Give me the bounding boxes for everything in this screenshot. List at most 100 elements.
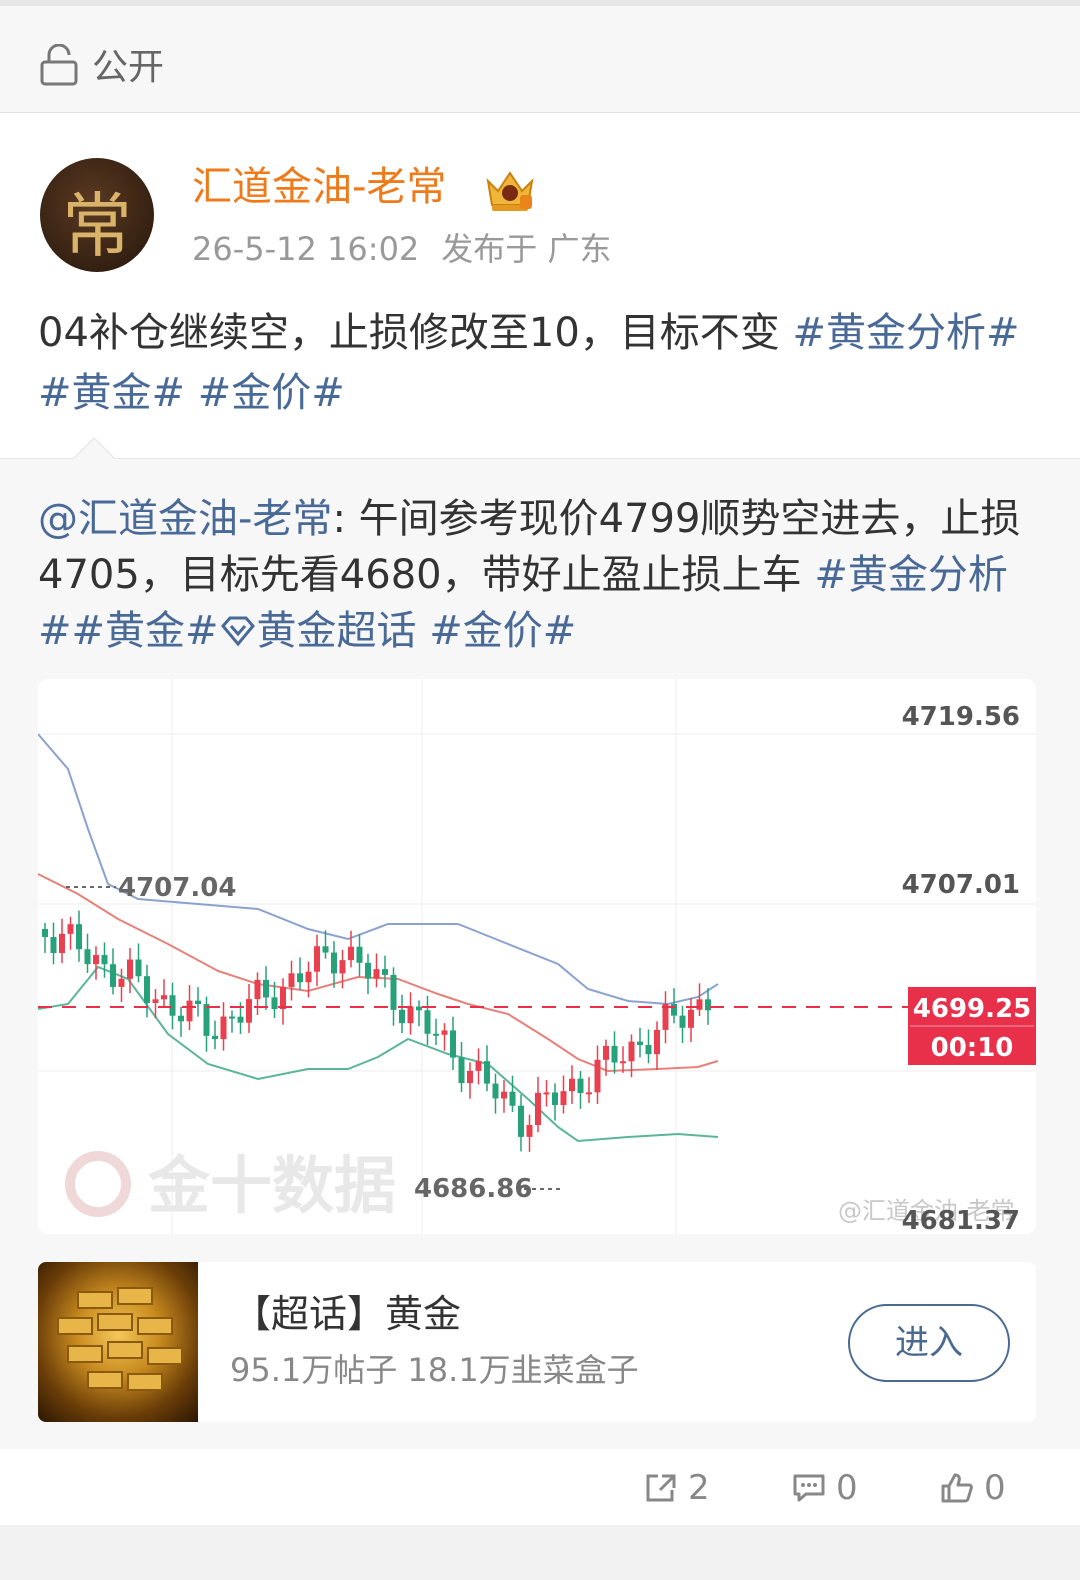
diamond-icon <box>220 616 255 647</box>
super-topic-link[interactable]: 黄金超话 <box>257 608 417 654</box>
candle-body <box>339 960 346 974</box>
avatar[interactable]: 常 <box>40 158 154 272</box>
candle-body <box>518 1105 524 1137</box>
candle-body <box>186 1000 193 1022</box>
comment-count: 0 <box>836 1468 858 1508</box>
candle-body <box>118 978 125 987</box>
candle-body <box>195 1000 201 1005</box>
candle-body <box>254 979 261 1000</box>
candle-body <box>288 973 295 987</box>
candle-body <box>416 1006 422 1011</box>
candle-body <box>297 973 303 983</box>
repost-count: 2 <box>688 1468 710 1508</box>
candle-body <box>365 962 371 979</box>
candle-body <box>135 959 142 977</box>
gold-bars-image <box>38 1262 198 1422</box>
hashtag-gold-analysis[interactable]: #黄金分析# <box>793 310 1020 356</box>
thumbs-up-icon <box>941 1473 973 1503</box>
candle-body <box>475 1061 482 1071</box>
candle-body <box>50 937 57 953</box>
candle-body <box>169 995 176 1016</box>
hashtag-gold[interactable]: #黄金# <box>38 370 185 416</box>
candle-body <box>331 952 337 974</box>
like-count: 0 <box>984 1468 1006 1508</box>
avatar-char: 常 <box>62 185 132 267</box>
candle-body <box>322 946 329 953</box>
repost-mention[interactable]: @汇道金油-老常 <box>38 496 332 542</box>
candle-body <box>314 946 320 972</box>
low-marker-label: 4686.86 <box>414 1174 532 1204</box>
candle-body <box>441 1030 448 1035</box>
candle-body <box>110 964 116 987</box>
candle-body <box>688 1009 694 1028</box>
visibility-label: 公开 <box>92 47 165 88</box>
repost-body: @汇道金油-老常: 午间参考现价4799顺势空进去，止损4705，目标先看468… <box>38 491 1043 659</box>
post-meta: 26-5-12 16:02 发布于 广东 <box>192 229 611 269</box>
candle-body <box>407 1006 414 1024</box>
repost-hashtag-price[interactable]: #金价# <box>429 608 576 654</box>
candle-body <box>220 1016 227 1040</box>
candle-body <box>237 1016 244 1023</box>
candle-body <box>212 1035 218 1040</box>
topic-stats: 95.1万帖子 18.1万韭菜盒子 <box>230 1351 639 1389</box>
candle-body <box>526 1125 533 1137</box>
candlestick-chart: 金十数据 @汇道金油-老常 4699.25 00:10 4719.56 4707… <box>38 679 1036 1234</box>
candle-body <box>203 1004 210 1036</box>
candle-body <box>152 999 159 1003</box>
post-body: 04补仓继续空，止损修改至10，目标不变 #黄金分析# #黄金# #金价# <box>38 303 1038 423</box>
candle-body <box>535 1092 541 1126</box>
candle-body <box>620 1061 626 1064</box>
candle-body <box>178 1015 184 1022</box>
price-label-bottom: 4681.37 <box>902 1206 1020 1234</box>
candle-body <box>59 933 65 953</box>
enter-button[interactable]: 进入 <box>848 1304 1010 1382</box>
post-text: 04补仓继续空，止损修改至10，目标不变 <box>38 310 780 356</box>
candle-body <box>246 999 252 1023</box>
candle-body <box>280 986 286 1010</box>
candle-body <box>390 974 397 1010</box>
price-label-top: 4719.56 <box>902 702 1020 732</box>
candle-body <box>356 946 363 963</box>
candle-body <box>305 971 312 983</box>
hashtag-gold-price[interactable]: #金价# <box>198 370 345 416</box>
repost-icon <box>646 1474 676 1502</box>
repost-box[interactable]: @汇道金油-老常: 午间参考现价4799顺势空进去，止损4705，目标先看468… <box>0 437 1080 1449</box>
chart-image[interactable]: 金十数据 @汇道金油-老常 4699.25 00:10 4719.56 4707… <box>38 679 1036 1234</box>
candle-body <box>348 946 354 961</box>
candle-body <box>671 1004 677 1016</box>
super-topic-card[interactable]: 【超话】黄金 95.1万帖子 18.1万韭菜盒子 进入 <box>38 1262 1036 1422</box>
candle-body <box>263 979 269 998</box>
candle-body <box>161 995 167 1000</box>
post-card: 常 汇道金油-老常 26-5-12 16:02 发布于 广东 04补仓继续空，止损… <box>0 113 1080 1525</box>
visibility-bar[interactable]: 公开 <box>0 6 1080 113</box>
candle-body <box>399 1009 405 1024</box>
candle-body <box>569 1078 575 1092</box>
topic-title: 【超话】黄金 <box>233 1292 462 1336</box>
candle-body <box>705 999 711 1011</box>
author-name[interactable]: 汇道金油-老常 <box>192 161 446 213</box>
high-marker-label: 4707.04 <box>118 873 236 903</box>
watermark-source: 金十数据 <box>147 1149 396 1222</box>
candle-body <box>492 1083 499 1099</box>
candle-body <box>654 1029 660 1055</box>
post-timestamp: 26-5-12 16:02 <box>192 230 420 268</box>
candle-body <box>93 955 99 965</box>
candle-body <box>433 1033 439 1036</box>
candle-body <box>42 929 48 937</box>
countdown-label: 00:10 <box>931 1033 1014 1063</box>
candle-body <box>637 1041 643 1046</box>
candle-body <box>76 924 82 950</box>
candle-body <box>424 1010 431 1034</box>
current-price-label: 4699.25 <box>913 994 1031 1024</box>
candle-body <box>458 1057 465 1084</box>
candle-body <box>645 1045 652 1055</box>
candle-body <box>467 1070 473 1084</box>
candle-body <box>611 1045 618 1063</box>
candle-body <box>501 1091 507 1099</box>
candle-body <box>373 969 380 979</box>
candle-body <box>560 1091 567 1106</box>
candle-body <box>603 1045 609 1060</box>
candle-body <box>67 924 74 934</box>
candle-body <box>679 1015 686 1028</box>
comment-icon <box>793 1474 825 1502</box>
